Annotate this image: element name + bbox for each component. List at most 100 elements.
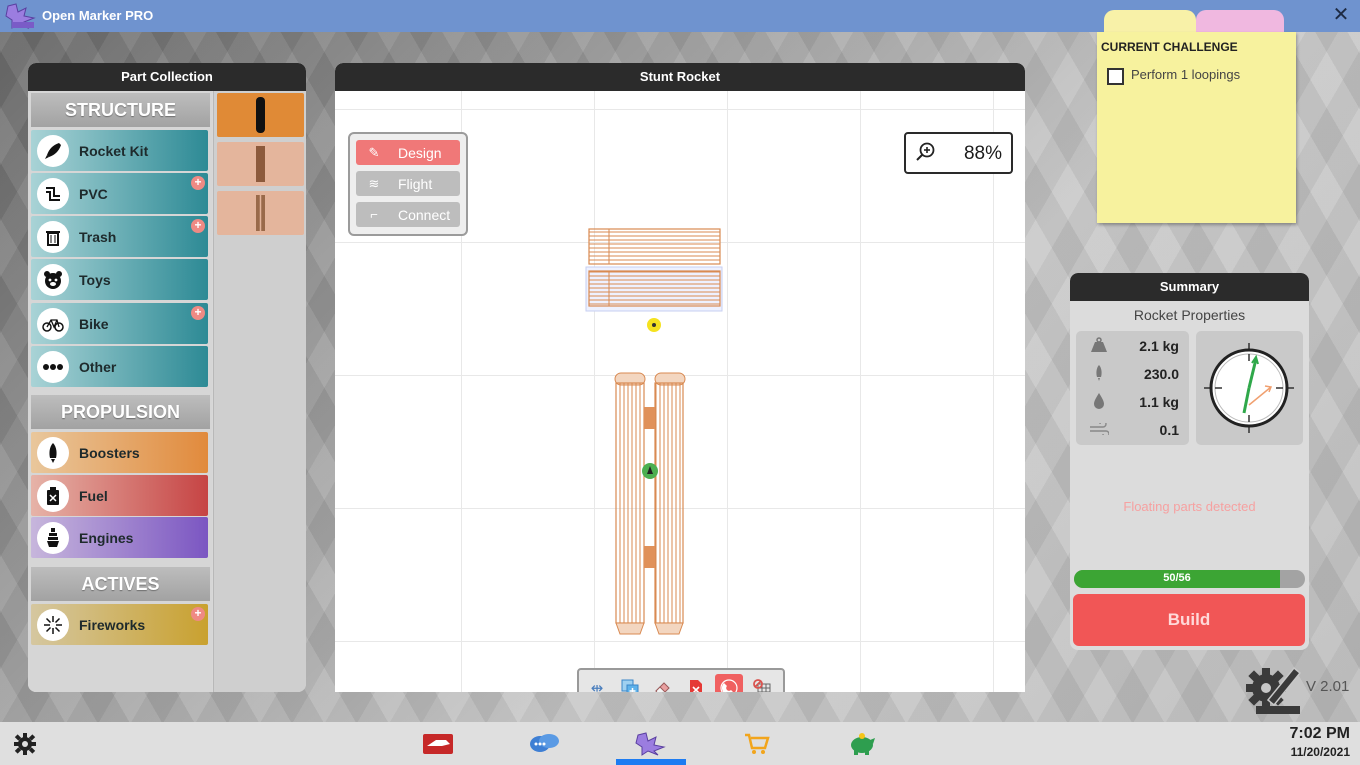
category-label: Fireworks — [79, 616, 146, 633]
magnet-tool-icon[interactable] — [715, 674, 743, 692]
section-actives[interactable]: ACTIVES — [31, 567, 210, 601]
challenge-note: CURRENT CHALLENGE Perform 1 loopings — [1097, 32, 1296, 223]
bike-icon — [37, 307, 69, 340]
app-logo-icon — [5, 3, 36, 30]
category-label: Bike — [79, 315, 109, 332]
fuel-row: 1.1 kg — [1076, 388, 1189, 416]
clock-time: 7:02 PM — [1289, 725, 1350, 742]
booster-icon — [37, 436, 69, 469]
fuel-icon — [37, 479, 69, 512]
close-icon[interactable]: ✕ — [1330, 4, 1352, 26]
category-fuel[interactable]: Fuel — [31, 475, 208, 516]
thrust-value: 230.0 — [1143, 366, 1179, 382]
note-tab-yellow[interactable] — [1104, 10, 1196, 34]
trash-icon — [37, 220, 69, 253]
category-fireworks[interactable]: Fireworks + — [31, 604, 208, 645]
weight-icon — [1084, 336, 1114, 356]
chat-icon[interactable] — [527, 730, 561, 758]
firework-icon — [37, 608, 69, 641]
plus-icon: + — [191, 219, 205, 233]
design-title: Stunt Rocket — [335, 63, 1025, 91]
zoom-value: 88% — [963, 143, 1002, 164]
mass-value: 2.1 kg — [1139, 338, 1179, 354]
drag-icon — [1084, 420, 1114, 438]
category-engines[interactable]: Engines — [31, 517, 208, 558]
category-label: PVC — [79, 185, 108, 202]
piggy-bank-icon[interactable] — [845, 730, 879, 758]
shop-cart-icon[interactable] — [740, 730, 774, 758]
fuel-drop-icon — [1084, 392, 1114, 413]
settings-gear-icon[interactable] — [8, 730, 42, 758]
delete-tool-icon[interactable] — [682, 674, 710, 692]
section-structure[interactable]: STRUCTURE — [31, 93, 210, 127]
plus-icon: + — [191, 306, 205, 320]
part-thumb-tube[interactable] — [217, 142, 304, 186]
thrust-row: 230.0 — [1076, 360, 1189, 388]
zoom-control[interactable]: 88% — [904, 132, 1013, 174]
more-icon — [37, 350, 69, 383]
parts-count: 50/56 — [1163, 572, 1191, 584]
build-button[interactable]: Build — [1073, 594, 1305, 646]
drag-value: 0.1 — [1159, 422, 1179, 438]
category-toys[interactable]: Toys — [31, 259, 208, 300]
clock-date: 11/20/2021 — [1290, 745, 1350, 759]
mode-label: Flight — [398, 175, 433, 192]
note-tab-pink[interactable] — [1196, 10, 1284, 34]
challenge-title: CURRENT CHALLENGE — [1101, 40, 1238, 54]
warning-message: Floating parts detected — [1123, 499, 1256, 514]
design-canvas[interactable]: ✎ Design ≋ Flight ⌐ Connect 88% ⇹ — [335, 91, 1025, 692]
category-label: Toys — [79, 271, 111, 288]
mode-switcher: ✎ Design ≋ Flight ⌐ Connect — [348, 132, 468, 236]
mode-connect[interactable]: ⌐ Connect — [356, 202, 460, 227]
category-list: STRUCTURE Rocket Kit PVC + Trash + Toys … — [28, 91, 212, 692]
plus-icon: + — [191, 176, 205, 190]
category-label: Fuel — [79, 487, 108, 504]
summary-subtitle: Rocket Properties — [1133, 307, 1246, 323]
mode-design[interactable]: ✎ Design — [356, 140, 460, 165]
pipe-icon — [37, 177, 69, 210]
category-label: Engines — [79, 529, 134, 546]
summary-title: Summary — [1070, 273, 1309, 301]
part-thumb-nosecone[interactable] — [217, 93, 304, 137]
zoom-in-icon — [916, 142, 935, 161]
compass-icon — [1204, 343, 1294, 433]
active-tab-indicator — [616, 759, 686, 765]
duplicate-tool-icon[interactable] — [616, 674, 644, 692]
eraser-tool-icon[interactable] — [649, 674, 677, 692]
mode-label: Connect — [398, 206, 451, 223]
mass-row: 2.1 kg — [1076, 332, 1189, 360]
challenge-checkbox[interactable] — [1107, 68, 1124, 85]
rocket-icon — [37, 134, 69, 167]
category-label: Rocket Kit — [79, 142, 149, 159]
engine-icon — [37, 521, 69, 554]
app-title: Open Marker PRO — [42, 8, 154, 23]
part-collection-panel: Part Collection STRUCTURE Rocket Kit PVC… — [28, 63, 306, 692]
category-boosters[interactable]: Boosters — [31, 432, 208, 473]
category-trash[interactable]: Trash + — [31, 216, 208, 257]
category-bike[interactable]: Bike + — [31, 303, 208, 344]
part-thumbnails — [213, 91, 306, 692]
summary-panel: Summary Rocket Properties 2.1 kg 230.0 1… — [1070, 273, 1309, 650]
category-label: Other — [79, 358, 117, 375]
drag-row: 0.1 — [1076, 416, 1189, 444]
missions-icon[interactable] — [421, 730, 455, 758]
parts-progress-bar: 50/56 — [1074, 570, 1305, 588]
design-icon: ✎ — [368, 144, 380, 160]
part-thumb-rail[interactable] — [217, 191, 304, 235]
challenge-task: Perform 1 loopings — [1131, 67, 1241, 82]
workshop-icon[interactable] — [633, 730, 667, 758]
category-label: Trash — [79, 228, 117, 245]
grid-tool-icon[interactable] — [748, 674, 776, 692]
plus-icon: + — [191, 607, 205, 621]
category-other[interactable]: Other — [31, 346, 208, 387]
category-rocket-kit[interactable]: Rocket Kit — [31, 130, 208, 171]
design-panel: Stunt Rocket ✎ Design ≋ Flight ⌐ Connect… — [335, 63, 1025, 692]
section-propulsion[interactable]: PROPULSION — [31, 395, 210, 429]
mirror-tool-icon[interactable]: ⇹ — [583, 674, 611, 692]
teddy-icon — [37, 263, 69, 296]
category-pvc[interactable]: PVC + — [31, 173, 208, 214]
connect-icon: ⌐ — [370, 207, 378, 222]
mode-flight[interactable]: ≋ Flight — [356, 171, 460, 196]
gear-pencil-icon — [1246, 666, 1302, 714]
category-label: Boosters — [79, 444, 140, 461]
